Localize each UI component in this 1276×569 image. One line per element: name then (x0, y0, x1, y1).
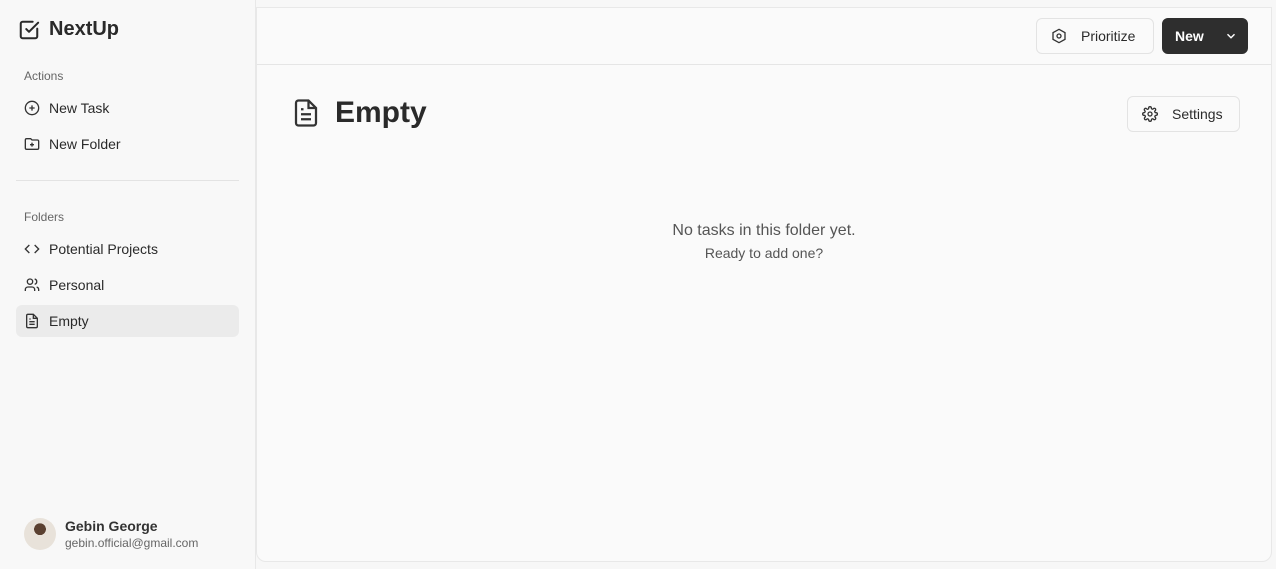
folder-plus-icon (24, 136, 40, 152)
user-name: Gebin George (65, 518, 158, 534)
file-text-icon (24, 313, 40, 329)
prioritize-label: Prioritize (1081, 28, 1136, 44)
empty-state: No tasks in this folder yet. Ready to ad… (257, 222, 1271, 261)
empty-message: No tasks in this folder yet. (672, 222, 856, 239)
app-name: NextUp (49, 18, 120, 40)
sidebar-item-new-task[interactable]: New Task (16, 92, 239, 124)
sidebar-item-new-folder[interactable]: New Folder (16, 128, 239, 160)
page-title: Empty (291, 96, 427, 130)
empty-subtext: Ready to add one? (704, 245, 824, 261)
sidebar-item-label: New Task (49, 100, 110, 116)
checkbox-logo-icon (18, 19, 40, 41)
sidebar-item-label: New Folder (49, 136, 121, 152)
file-text-icon (291, 97, 321, 129)
avatar (24, 518, 56, 550)
new-label: New (1175, 28, 1204, 44)
hexagon-target-icon (1051, 28, 1067, 44)
sidebar-item-potential-projects[interactable]: Potential Projects (16, 233, 239, 265)
divider (16, 180, 239, 181)
main-panel: Prioritize New Empty Settings No tasks i… (256, 7, 1272, 562)
settings-label: Settings (1172, 106, 1223, 122)
user-profile[interactable]: Gebin George gebin.official@gmail.com (24, 518, 198, 550)
sidebar-item-empty[interactable]: Empty (16, 305, 239, 337)
new-button[interactable]: New (1162, 18, 1248, 54)
sidebar-item-label: Empty (49, 313, 89, 329)
chevron-down-icon[interactable] (1224, 29, 1238, 43)
users-icon (24, 277, 40, 293)
actions-heading: Actions (24, 69, 64, 83)
gear-icon (1142, 106, 1158, 122)
settings-button[interactable]: Settings (1127, 96, 1240, 132)
sidebar-item-label: Potential Projects (49, 241, 158, 257)
code-icon (24, 241, 40, 257)
folder-title: Empty (335, 96, 427, 129)
sidebar-item-personal[interactable]: Personal (16, 269, 239, 301)
sidebar: NextUp Actions New Task New Folder Folde… (0, 0, 256, 569)
prioritize-button[interactable]: Prioritize (1036, 18, 1154, 54)
sidebar-item-label: Personal (49, 277, 105, 293)
top-bar: Prioritize New (257, 8, 1271, 65)
user-email: gebin.official@gmail.com (65, 536, 199, 550)
brand[interactable]: NextUp (18, 18, 119, 41)
plus-circle-icon (24, 100, 40, 116)
folders-heading: Folders (24, 210, 65, 224)
